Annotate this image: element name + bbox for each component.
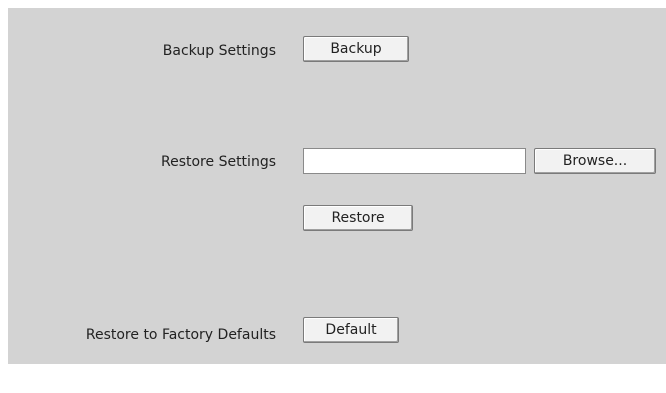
restore-button[interactable]: Restore	[303, 205, 413, 231]
restore-file-input[interactable]	[303, 148, 526, 174]
backup-settings-label: Backup Settings	[162, 43, 276, 59]
factory-defaults-label: Restore to Factory Defaults	[85, 327, 276, 343]
settings-panel: Backup Settings Backup Restore Settings …	[8, 8, 666, 364]
default-button[interactable]: Default	[303, 317, 399, 343]
browse-button[interactable]: Browse...	[534, 148, 656, 174]
restore-settings-label: Restore Settings	[161, 154, 276, 170]
backup-button[interactable]: Backup	[303, 36, 409, 62]
